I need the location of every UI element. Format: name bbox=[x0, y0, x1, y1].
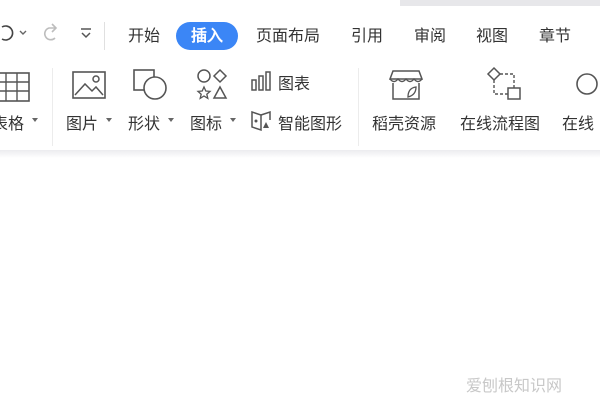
picture-icon bbox=[72, 71, 106, 99]
tab-references[interactable]: 引用 bbox=[342, 22, 392, 50]
icons-dropdown-caret[interactable] bbox=[230, 118, 236, 122]
undo-arrow-icon[interactable] bbox=[38, 20, 62, 46]
icons-button[interactable]: 图标 bbox=[186, 58, 240, 138]
ribbon-shadow bbox=[0, 150, 600, 158]
chart-icon bbox=[251, 71, 271, 91]
smart-art-label: 智能图形 bbox=[278, 114, 343, 133]
tab-home[interactable]: 开始 bbox=[118, 22, 170, 50]
picture-button[interactable]: 图片 bbox=[62, 58, 116, 138]
table-dropdown-caret[interactable] bbox=[32, 118, 38, 122]
icons-label: 图标 bbox=[190, 114, 223, 133]
picture-dropdown-caret[interactable] bbox=[106, 118, 112, 122]
ribbon-separator bbox=[358, 68, 359, 146]
shape-label: 形状 bbox=[128, 114, 161, 133]
online-mindmap-button[interactable]: 在线 bbox=[560, 58, 600, 138]
online-mindmap-label: 在线 bbox=[562, 114, 595, 133]
smart-art-icon bbox=[251, 110, 271, 132]
tab-review[interactable]: 审阅 bbox=[405, 22, 455, 50]
menu-tab-bar: 开始 插入 页面布局 引用 审阅 视图 章节 bbox=[0, 6, 600, 58]
quick-access-separator bbox=[104, 22, 105, 50]
watermark-text: 爱刨根知识网 bbox=[466, 376, 563, 395]
mindmap-icon bbox=[576, 73, 598, 95]
customize-toolbar-icon[interactable] bbox=[76, 20, 96, 46]
flowchart-icon bbox=[486, 66, 521, 100]
chevron-down-icon[interactable] bbox=[18, 20, 28, 46]
smart-art-button[interactable]: 智能图形 bbox=[248, 108, 352, 134]
chart-label: 图表 bbox=[278, 74, 311, 93]
storefront-icon bbox=[388, 70, 424, 100]
shape-icon bbox=[133, 69, 167, 100]
shape-dropdown-caret[interactable] bbox=[168, 118, 174, 122]
online-flowchart-button[interactable]: 在线流程图 bbox=[456, 58, 552, 138]
tab-page-layout[interactable]: 页面布局 bbox=[248, 22, 328, 50]
picture-label: 图片 bbox=[66, 114, 99, 133]
ribbon-separator bbox=[52, 68, 53, 146]
app-window: 开始 插入 页面布局 引用 审阅 视图 章节 表格 图片 形状 图标 图表 智能… bbox=[0, 0, 600, 405]
tab-insert[interactable]: 插入 bbox=[176, 22, 238, 50]
insert-ribbon: 表格 图片 形状 图标 图表 智能图形 稻壳资源 在线流程图 在线 bbox=[0, 58, 600, 150]
daoke-resources-label: 稻壳资源 bbox=[372, 114, 437, 133]
online-flowchart-label: 在线流程图 bbox=[460, 114, 541, 133]
tab-view[interactable]: 视图 bbox=[467, 22, 517, 50]
table-label: 表格 bbox=[0, 114, 25, 133]
shape-button[interactable]: 形状 bbox=[124, 58, 178, 138]
redo-arrow-icon[interactable] bbox=[0, 20, 16, 46]
table-icon bbox=[0, 72, 30, 102]
daoke-resources-button[interactable]: 稻壳资源 bbox=[366, 58, 448, 138]
tab-sections[interactable]: 章节 bbox=[530, 22, 580, 50]
table-button[interactable]: 表格 bbox=[0, 58, 44, 138]
chart-button[interactable]: 图表 bbox=[248, 68, 318, 94]
icons-library-icon bbox=[196, 68, 228, 100]
